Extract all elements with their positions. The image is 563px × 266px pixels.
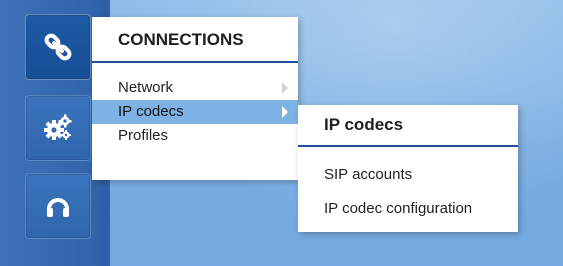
menu-title: CONNECTIONS xyxy=(92,17,298,63)
submenu-item-sip-accounts[interactable]: SIP accounts xyxy=(298,158,518,192)
menu-item-network[interactable]: Network xyxy=(92,76,298,100)
chevron-right-icon xyxy=(282,82,288,94)
submenu-items: SIP accounts IP codec configuration xyxy=(298,147,518,226)
menu-item-profiles[interactable]: Profiles xyxy=(92,124,298,148)
menu-item-label: Network xyxy=(118,79,174,96)
ip-codecs-submenu: IP codecs SIP accounts IP codec configur… xyxy=(298,105,518,232)
connections-tile[interactable] xyxy=(25,14,91,80)
submenu-title: IP codecs xyxy=(298,105,518,147)
chevron-right-icon xyxy=(282,106,288,118)
menu-item-label: Profiles xyxy=(118,127,169,144)
submenu-item-label: IP codec configuration xyxy=(324,200,473,217)
submenu-item-label: SIP accounts xyxy=(324,166,413,183)
connections-menu: CONNECTIONS Network IP codecs Profiles xyxy=(92,17,298,180)
settings-tile[interactable] xyxy=(25,95,91,161)
menu-item-ip-codecs[interactable]: IP codecs xyxy=(92,100,298,124)
audio-tile[interactable] xyxy=(25,173,91,239)
link-icon xyxy=(44,33,72,61)
menu-items: Network IP codecs Profiles xyxy=(92,63,298,148)
submenu-item-ip-codec-configuration[interactable]: IP codec configuration xyxy=(298,192,518,226)
menu-item-label: IP codecs xyxy=(118,103,184,120)
headset-icon xyxy=(47,198,69,217)
app-screen: CONNECTIONS Network IP codecs Profiles I… xyxy=(0,0,563,266)
gears-icon xyxy=(44,114,72,140)
